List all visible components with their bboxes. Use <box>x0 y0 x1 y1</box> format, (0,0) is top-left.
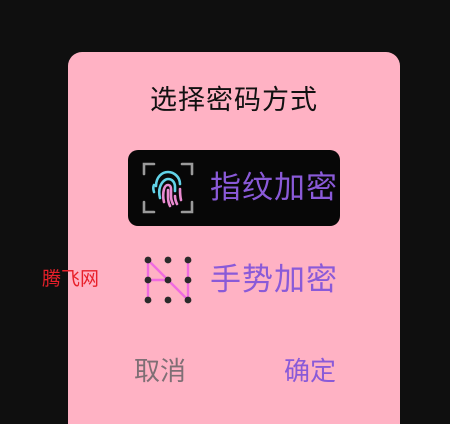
option-fingerprint[interactable]: 指纹加密 <box>128 150 340 226</box>
gesture-pattern-icon <box>144 256 192 304</box>
option-gesture-label: 手势加密 <box>210 262 338 298</box>
password-mode-dialog: 选择密码方式 指纹加密 手势加密 取消 确定 <box>68 52 400 424</box>
dialog-title: 选择密码方式 <box>150 85 318 116</box>
app-screen: 选择密码方式 指纹加密 手势加密 取消 确定 腾飞网 <box>0 0 450 424</box>
fingerprint-icon <box>142 162 194 214</box>
option-gesture[interactable]: 手势加密 <box>128 242 340 318</box>
watermark-text: 腾飞网 <box>42 268 100 290</box>
option-fingerprint-label: 指纹加密 <box>210 170 338 206</box>
confirm-button[interactable]: 确定 <box>280 350 340 394</box>
cancel-button[interactable]: 取消 <box>130 350 190 394</box>
